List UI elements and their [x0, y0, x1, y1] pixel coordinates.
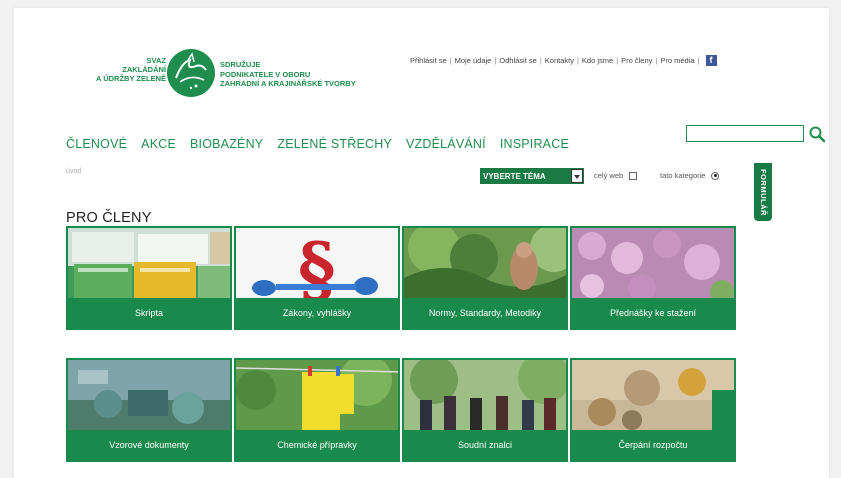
tile-label: Zákony, vyhlášky	[236, 298, 398, 328]
tile-image	[404, 228, 566, 300]
brand-line: SVAZ	[146, 56, 166, 65]
tile-budget[interactable]: Čerpání rozpočtu	[570, 358, 736, 462]
tile-image	[236, 360, 398, 432]
link-members[interactable]: Pro členy	[621, 56, 652, 65]
form-tab[interactable]: FORMULÁŘ	[754, 163, 772, 221]
nav-item-members[interactable]: ČLENOVÉ	[66, 137, 127, 151]
tagline-line: SDRUŽUJE	[220, 60, 261, 69]
link-about[interactable]: Kdo jsme	[582, 56, 613, 65]
nav-item-biopools[interactable]: BIOBAZÉNY	[190, 137, 263, 151]
tile-templates[interactable]: Vzorové dokumenty	[66, 358, 232, 462]
link-media[interactable]: Pro média	[660, 56, 694, 65]
brand-line: ZAKLÁDÁNÍ	[122, 65, 166, 74]
logo-icon[interactable]	[166, 48, 216, 98]
tile-lectures[interactable]: Přednášky ke stažení	[570, 226, 736, 330]
breadcrumb[interactable]: úvod	[66, 168, 81, 175]
tile-image	[404, 360, 566, 432]
tile-chemicals[interactable]: Chemické přípravky	[234, 358, 400, 462]
facebook-icon[interactable]: f	[705, 55, 717, 66]
link-logout[interactable]: Odhlásit se	[499, 56, 537, 65]
tile-label: Přednášky ke stažení	[572, 298, 734, 328]
tile-image	[68, 360, 230, 432]
nav-item-events[interactable]: AKCE	[141, 137, 176, 151]
topic-select[interactable]: VYBERTE TÉMA	[480, 168, 584, 184]
tile-image	[572, 360, 734, 432]
search-icon[interactable]	[808, 125, 826, 143]
scope-all-checkbox[interactable]	[629, 171, 638, 180]
tile-image	[68, 228, 230, 300]
tile-laws[interactable]: § Zákony, vyhlášky	[234, 226, 400, 330]
brand-name[interactable]: SVAZ ZAKLÁDÁNÍ A ÚDRŽBY ZELENĚ	[70, 56, 166, 83]
nav-item-green-roofs[interactable]: ZELENÉ STŘECHY	[277, 137, 392, 151]
tile-label: Normy, Standardy, Metodiky	[404, 298, 566, 328]
link-my-data[interactable]: Moje údaje	[455, 56, 492, 65]
tile-label: Soudní znalci	[404, 430, 566, 460]
brand-line: A ÚDRŽBY ZELENĚ	[95, 74, 166, 83]
scope-category-label: tato kategorie	[660, 171, 706, 180]
main-nav: ČLENOVÉ AKCE BIOBAZÉNY ZELENÉ STŘECHY VZ…	[66, 137, 583, 151]
tile-label: Vzorové dokumenty	[68, 430, 230, 460]
scope-all-label: celý web	[594, 171, 624, 180]
link-contacts[interactable]: Kontakty	[545, 56, 574, 65]
scope-all[interactable]: celý web	[594, 171, 638, 180]
tile-label: Skripta	[68, 298, 230, 328]
top-links: Přihlásit se | Moje údaje | Odhlásit se | K…	[410, 55, 717, 66]
topic-select-label: VYBERTE TÉMA	[483, 171, 546, 181]
tagline-line: ZAHRADNÍ A KRAJINÁŘSKÉ TVORBY	[220, 79, 356, 88]
nav-item-education[interactable]: VZDĚLÁVÁNÍ	[406, 137, 486, 151]
chevron-down-icon[interactable]	[571, 169, 583, 183]
tile-image	[572, 228, 734, 300]
nav-item-inspiration[interactable]: INSPIRACE	[500, 137, 569, 151]
tile-scripts[interactable]: Skripta	[66, 226, 232, 330]
tile-standards[interactable]: Normy, Standardy, Metodiky	[402, 226, 568, 330]
page-title: PRO ČLENY	[66, 210, 152, 226]
page: SVAZ ZAKLÁDÁNÍ A ÚDRŽBY ZELENĚ SDRUŽUJE …	[14, 8, 829, 478]
search-input[interactable]	[686, 125, 804, 142]
scope-category-radio[interactable]	[711, 171, 720, 180]
tile-label: Chemické přípravky	[236, 430, 398, 460]
tile-label: Čerpání rozpočtu	[572, 430, 734, 460]
scope-category[interactable]: tato kategorie	[660, 171, 720, 180]
link-login[interactable]: Přihlásit se	[410, 56, 447, 65]
tile-experts[interactable]: Soudní znalci	[402, 358, 568, 462]
tagline-line: PODNIKATELE V OBORU	[220, 69, 311, 79]
brand-tagline: SDRUŽUJE PODNIKATELE V OBORU ZAHRADNÍ A …	[220, 60, 380, 89]
tile-image: §	[236, 228, 398, 300]
